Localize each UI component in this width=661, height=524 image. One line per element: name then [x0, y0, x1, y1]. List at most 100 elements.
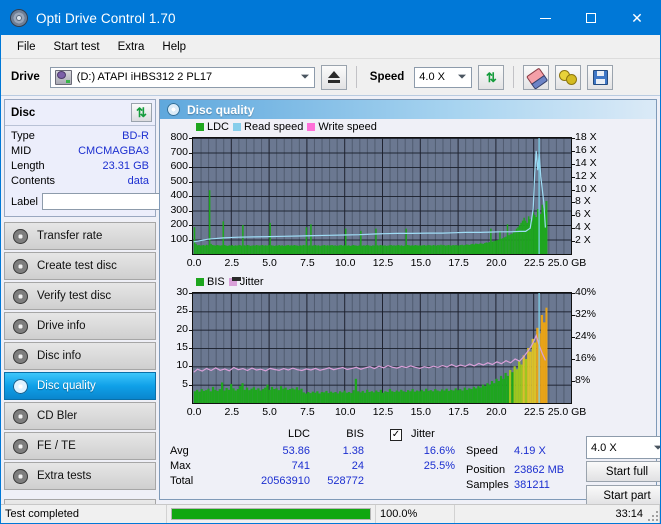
y2-axis-tick: 12 X [575, 169, 597, 182]
menu-extra[interactable]: Extra [109, 38, 154, 56]
stats-row-label-total: Total [170, 475, 194, 487]
refresh-button[interactable]: ⇅ [478, 64, 505, 90]
bottom-legend: BIS Jitter [196, 276, 264, 288]
y2-axis-tick: 8% [575, 374, 591, 386]
close-icon: ✕ [631, 10, 643, 26]
disc-icon [13, 228, 28, 244]
menu-help[interactable]: Help [153, 38, 195, 56]
toolbar: Drive (D:) ATAPI iHBS312 2 PL17 Speed 4.… [1, 59, 660, 96]
y2-axis-tick: 18 X [575, 131, 597, 143]
stats-total-ldc: 20563910 [261, 475, 310, 487]
sidebar-item-transfer-rate[interactable]: Transfer rate [4, 222, 156, 250]
stats-total-bis: 528772 [327, 475, 364, 487]
disc-icon [13, 408, 28, 424]
drive-select[interactable]: (D:) ATAPI iHBS312 2 PL17 [49, 66, 315, 88]
jitter-label: Jitter [411, 428, 435, 440]
speed-select-value: 4.0 X [419, 71, 445, 83]
stats-speed-label: Speed [466, 445, 498, 457]
disc-refresh-button[interactable]: ⇅ [131, 103, 152, 122]
y2-axis-tickmark [572, 138, 575, 139]
minimize-button[interactable] [522, 1, 568, 35]
x-axis-tick: 15.0 [410, 406, 432, 418]
y2-axis-tick: 16% [575, 352, 597, 364]
sidebar-item-create-test-disc[interactable]: Create test disc [4, 252, 156, 280]
toolbar-separator-2 [513, 66, 515, 88]
drive-select-value: (D:) ATAPI iHBS312 2 PL17 [76, 71, 213, 83]
y2-axis-tick: 2 X [575, 234, 591, 247]
y-axis-tick: 400 [170, 189, 188, 201]
drive-icon [54, 69, 72, 85]
y2-axis-tickmark [572, 315, 575, 316]
sidebar: Disc ⇅ Type BD-R MID CMCMAGBA3 Length 23… [1, 96, 245, 521]
y2-axis-tick: 40% [575, 286, 597, 298]
sidebar-item-disc-quality[interactable]: Disc quality [4, 372, 156, 400]
eject-button[interactable] [320, 64, 347, 90]
tools-button[interactable] [555, 64, 582, 90]
x-axis-tick: 12.5 [372, 257, 394, 269]
title-bar: Opti Drive Control 1.70 ✕ [1, 1, 660, 35]
stats-header-ldc: LDC [287, 428, 310, 440]
y-axis-tickmark [189, 167, 192, 168]
erase-button[interactable] [523, 64, 550, 90]
start-full-button[interactable]: Start full [586, 461, 660, 482]
disc-quality-icon [167, 103, 180, 116]
chevron-down-icon [458, 74, 467, 79]
x-axis-tick: 0.0 [186, 257, 202, 269]
y-axis-tick: 25 [176, 304, 188, 317]
page-title: Disc quality [187, 102, 255, 117]
speed-select[interactable]: 4.0 X [414, 66, 473, 88]
y2-axis-tick: 16 X [575, 143, 597, 156]
stats-max-jitter: 25.5% [423, 460, 455, 472]
jitter-checkbox[interactable]: ✓ [390, 429, 402, 441]
sidebar-item-disc-info[interactable]: Disc info [4, 342, 156, 370]
disc-icon [13, 258, 28, 274]
save-button[interactable] [587, 64, 614, 90]
sidebar-item-cd-bler[interactable]: CD Bler [4, 402, 156, 430]
test-speed-select[interactable]: 4.0 X [586, 436, 660, 459]
sidebar-item-drive-info[interactable]: Drive info [4, 312, 156, 340]
y2-axis-tickmark [572, 163, 575, 165]
sidebar-item-fe-te[interactable]: FE / TE [4, 432, 156, 460]
y2-axis-tick: 6 X [575, 208, 591, 221]
legend-label: Jitter [239, 276, 264, 288]
stats-position-value: 23862 MB [514, 464, 565, 476]
disc-row-type: Type BD-R [11, 129, 149, 144]
maximize-button[interactable] [568, 1, 614, 35]
y2-axis-tickmark [572, 293, 575, 294]
sidebar-item-extra-tests[interactable]: Extra tests [4, 462, 156, 490]
main-panel-header: Disc quality [160, 100, 656, 119]
legend-label: Write speed [318, 121, 377, 133]
start-part-button[interactable]: Start part [586, 485, 660, 506]
y2-axis-tick: 32% [575, 308, 597, 320]
y-axis-tick: 700 [170, 145, 188, 158]
y-axis-tickmark [189, 181, 192, 183]
speed-label: Speed [369, 71, 405, 83]
x-axis-tick: 15.0 [410, 257, 432, 269]
disc-panel-header: Disc ⇅ [5, 100, 155, 126]
close-button[interactable]: ✕ [614, 1, 660, 35]
ldc-read-speed-chart: LDC Read speed Write speed 800 700 600 500 400 3… [162, 121, 652, 276]
y2-axis-tickmark [572, 381, 575, 382]
top-plot [192, 137, 572, 255]
legend-item: LDC [196, 121, 229, 133]
disc-row-value: BD-R [122, 130, 149, 142]
x-axis-tick: 17.5 [448, 406, 469, 418]
statistics-panel: LDC BIS ✓ Jitter Avg 53.86 1.38 16.6% Ma… [166, 428, 660, 506]
menu-start-test[interactable]: Start test [45, 38, 109, 56]
refresh-icon: ⇅ [485, 69, 497, 85]
resize-grip-icon[interactable] [648, 511, 658, 521]
disc-panel: Disc ⇅ Type BD-R MID CMCMAGBA3 Length 23… [4, 99, 245, 217]
legend-item: BIS [196, 276, 225, 288]
menu-file[interactable]: File [8, 38, 45, 56]
y-axis-tickmark [189, 384, 192, 386]
y-axis-tick: 30 [176, 286, 188, 298]
legend-swatch-icon [233, 123, 242, 131]
x-axis-tick: 2.5 [224, 406, 240, 418]
disc-row-key: Type [11, 130, 35, 142]
x-axis-tick: 10.0 [334, 406, 356, 418]
y2-axis-tick: 8 X [575, 195, 591, 208]
stats-samples-label: Samples [466, 479, 509, 491]
y2-axis-tickmark [572, 202, 575, 204]
sidebar-item-verify-test-disc[interactable]: Verify test disc [4, 282, 156, 310]
y2-axis-tickmark [572, 176, 575, 178]
